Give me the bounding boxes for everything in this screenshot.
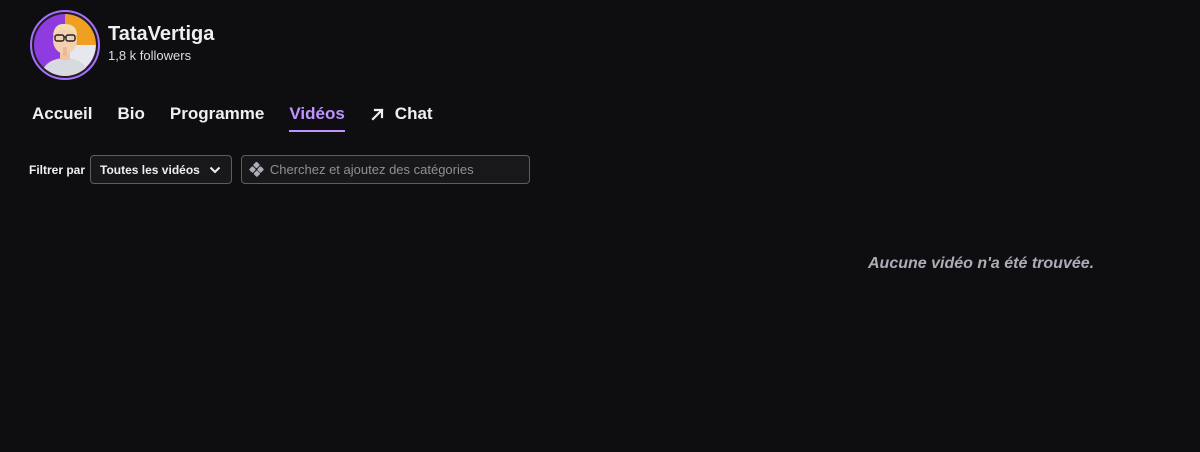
avatar[interactable] (30, 10, 100, 80)
tab-programme[interactable]: Programme (170, 104, 264, 132)
filter-bar: Filtrer par Toutes les vidéos (29, 155, 530, 184)
tab-videos[interactable]: Vidéos (289, 104, 345, 132)
empty-state-message: Aucune vidéo n'a été trouvée. (868, 255, 1095, 272)
tab-label: Chat (394, 104, 433, 123)
tab-label: Programme (169, 104, 265, 123)
tab-label: Bio (117, 104, 145, 123)
tab-label: Vidéos (289, 104, 345, 123)
video-type-dropdown[interactable]: Toutes les vidéos (90, 155, 232, 184)
tab-bio[interactable]: Bio (117, 104, 144, 132)
external-arrow-icon (371, 108, 384, 121)
channel-tabs: Accueil Bio Programme Vidéos Chat (32, 104, 458, 132)
category-search (240, 155, 530, 184)
dropdown-value: Toutes les vidéos (100, 162, 200, 177)
chevron-down-icon (209, 166, 221, 173)
category-search-input[interactable] (269, 162, 520, 177)
tab-chat[interactable]: Chat (370, 104, 433, 132)
tab-accueil[interactable]: Accueil (32, 104, 92, 132)
channel-info: TataVertiga 1,8 k followers (108, 22, 214, 65)
follower-count: 1,8 k followers (108, 47, 192, 63)
channel-header: TataVertiga 1,8 k followers (30, 10, 214, 80)
avatar-image (34, 14, 96, 76)
tab-label: Accueil (32, 104, 93, 123)
category-icon (249, 162, 264, 177)
filter-label: Filtrer par (29, 162, 86, 177)
channel-name[interactable]: TataVertiga (108, 22, 214, 46)
